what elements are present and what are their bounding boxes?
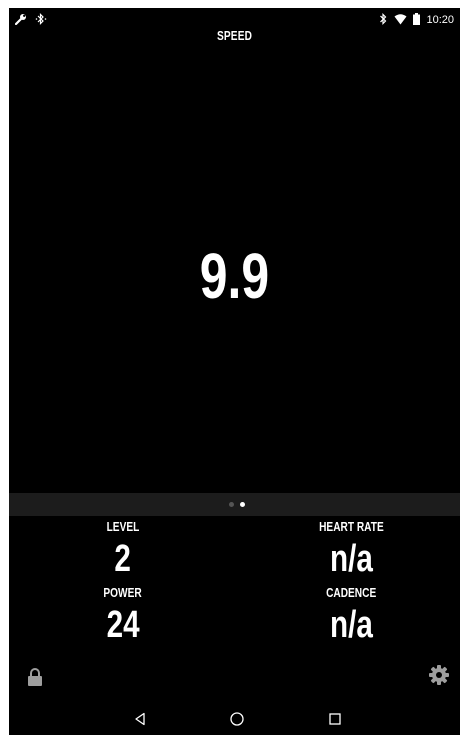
wifi-icon bbox=[394, 10, 407, 29]
main-metric-label: SPEED bbox=[216, 28, 253, 43]
page-indicator[interactable] bbox=[9, 493, 460, 516]
page-dot-1[interactable] bbox=[229, 502, 234, 507]
bluetooth-icon bbox=[379, 10, 388, 29]
stat-level-label: LEVEL bbox=[106, 519, 140, 534]
page-dot-2-active[interactable] bbox=[240, 502, 245, 507]
stat-heart-rate-value: n/a bbox=[329, 538, 373, 580]
stat-heart-rate: HEART RATE n/a bbox=[271, 519, 431, 580]
battery-icon bbox=[413, 10, 421, 29]
app-screen: 10:20 SPEED 9.9 LEVEL 2 HEART RATE n/a P… bbox=[9, 8, 460, 735]
home-icon[interactable] bbox=[227, 709, 247, 729]
lock-icon[interactable] bbox=[27, 668, 43, 690]
stat-level: LEVEL 2 bbox=[43, 519, 203, 580]
stat-cadence: CADENCE n/a bbox=[271, 585, 431, 646]
stat-level-value: 2 bbox=[114, 538, 132, 580]
status-time: 10:20 bbox=[426, 13, 454, 26]
main-metric-value: 9.9 bbox=[199, 240, 270, 312]
stat-power-label: POWER bbox=[103, 585, 143, 600]
stat-power-value: 24 bbox=[106, 604, 140, 646]
navigation-bar bbox=[9, 703, 460, 735]
bluetooth-searching-icon bbox=[35, 10, 47, 29]
stat-power: POWER 24 bbox=[43, 585, 203, 646]
stat-cadence-label: CADENCE bbox=[325, 585, 377, 600]
back-icon[interactable] bbox=[130, 709, 150, 729]
status-bar: 10:20 bbox=[9, 8, 460, 26]
recents-icon[interactable] bbox=[325, 709, 345, 729]
gear-icon[interactable] bbox=[429, 665, 449, 689]
stat-heart-rate-label: HEART RATE bbox=[318, 519, 384, 534]
wrench-icon bbox=[14, 10, 27, 29]
stat-cadence-value: n/a bbox=[329, 604, 373, 646]
